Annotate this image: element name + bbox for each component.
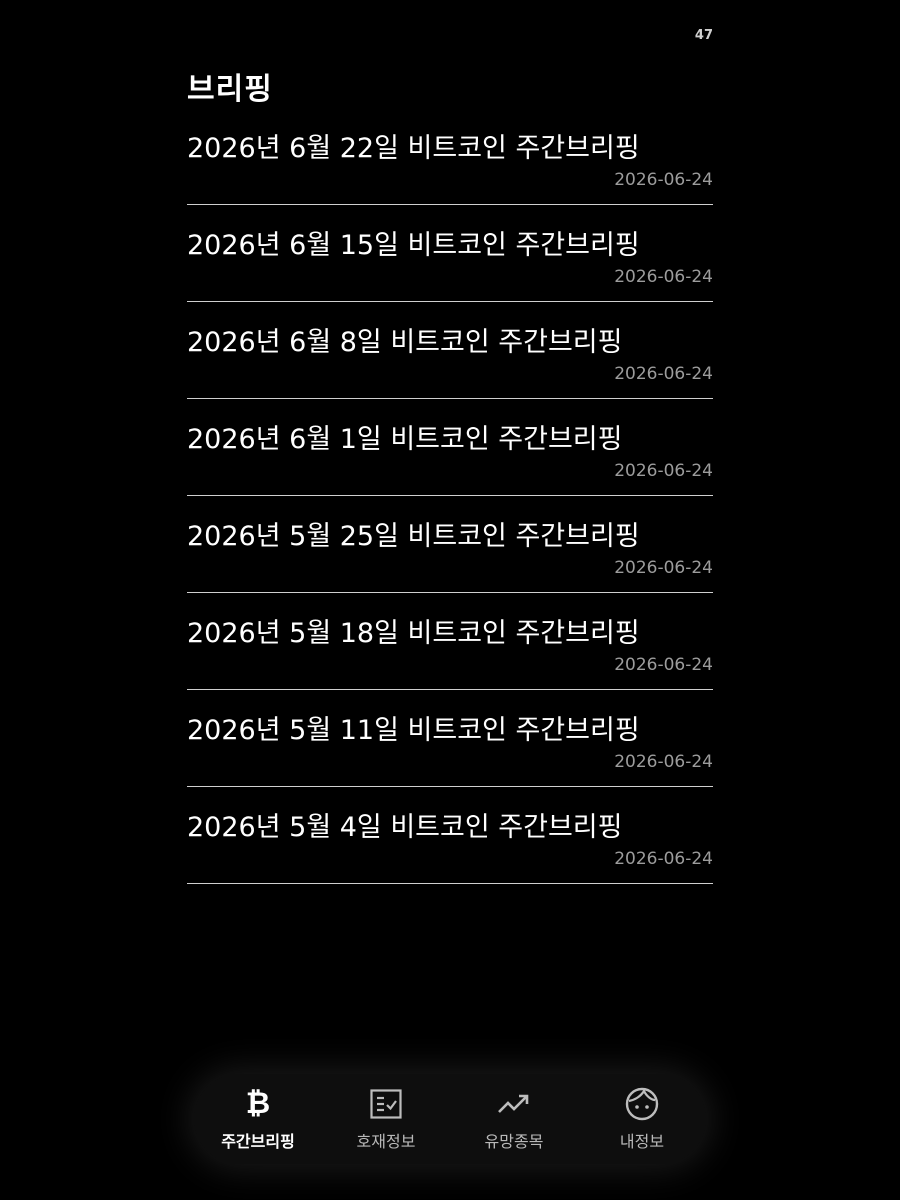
- briefing-title: 2026년 6월 15일 비트코인 주간브리핑: [187, 230, 640, 261]
- briefing-title: 2026년 5월 18일 비트코인 주간브리핑: [187, 618, 640, 649]
- tab-weekly-briefing[interactable]: ₿ 주간브리핑: [198, 1086, 318, 1152]
- list-item[interactable]: 2026년 6월 1일 비트코인 주간브리핑 2026-06-24: [187, 399, 713, 496]
- briefing-date: 2026-06-24: [614, 752, 713, 772]
- briefing-title: 2026년 5월 25일 비트코인 주간브리핑: [187, 521, 640, 552]
- briefing-title: 2026년 5월 4일 비트코인 주간브리핑: [187, 812, 623, 843]
- list-item[interactable]: 2026년 6월 15일 비트코인 주간브리핑 2026-06-24: [187, 205, 713, 302]
- briefing-date: 2026-06-24: [614, 267, 713, 287]
- briefing-title: 2026년 6월 8일 비트코인 주간브리핑: [187, 327, 623, 358]
- tab-label: 주간브리핑: [221, 1132, 295, 1151]
- notification-counter: 47: [694, 28, 713, 43]
- briefing-date: 2026-06-24: [614, 170, 713, 190]
- briefing-title: 2026년 6월 22일 비트코인 주간브리핑: [187, 133, 640, 164]
- briefing-date: 2026-06-24: [614, 364, 713, 384]
- list-item[interactable]: 2026년 6월 8일 비트코인 주간브리핑 2026-06-24: [187, 302, 713, 399]
- tab-my-info[interactable]: 내정보: [582, 1086, 702, 1152]
- page-title: 브리핑: [187, 72, 273, 107]
- tab-label: 호재정보: [356, 1132, 416, 1151]
- list-item[interactable]: 2026년 5월 11일 비트코인 주간브리핑 2026-06-24: [187, 690, 713, 787]
- briefing-title: 2026년 6월 1일 비트코인 주간브리핑: [187, 424, 623, 455]
- tab-promising-stocks[interactable]: 유망종목: [454, 1086, 574, 1152]
- briefing-title: 2026년 5월 11일 비트코인 주간브리핑: [187, 715, 640, 746]
- briefing-date: 2026-06-24: [614, 655, 713, 675]
- briefing-list: 2026년 6월 22일 비트코인 주간브리핑 2026-06-24 2026년…: [187, 108, 713, 884]
- bottom-tab-bar: ₿ 주간브리핑 호재정보 유망종목 내정보: [194, 1074, 706, 1164]
- face-icon: [624, 1086, 660, 1122]
- briefing-date: 2026-06-24: [614, 558, 713, 578]
- tab-label: 유망종목: [484, 1132, 544, 1151]
- briefing-date: 2026-06-24: [614, 849, 713, 869]
- trending-up-icon: [496, 1086, 532, 1122]
- list-item[interactable]: 2026년 5월 4일 비트코인 주간브리핑 2026-06-24: [187, 787, 713, 884]
- list-item[interactable]: 2026년 6월 22일 비트코인 주간브리핑 2026-06-24: [187, 108, 713, 205]
- list-item[interactable]: 2026년 5월 25일 비트코인 주간브리핑 2026-06-24: [187, 496, 713, 593]
- tab-label: 내정보: [619, 1132, 665, 1151]
- list-item[interactable]: 2026년 5월 18일 비트코인 주간브리핑 2026-06-24: [187, 593, 713, 690]
- briefing-date: 2026-06-24: [614, 461, 713, 481]
- tab-good-news[interactable]: 호재정보: [326, 1086, 446, 1152]
- bitcoin-icon: ₿: [245, 1086, 271, 1121]
- checklist-icon: [368, 1086, 404, 1122]
